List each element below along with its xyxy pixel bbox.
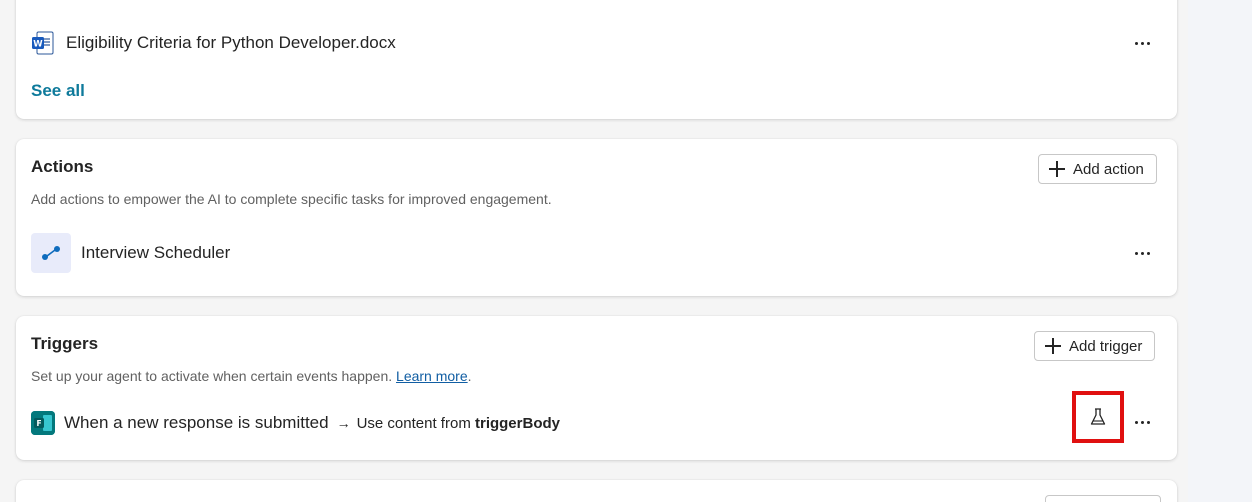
actions-title: Actions [31,157,94,176]
see-all-link[interactable]: See all [31,81,85,101]
action-item[interactable]: Interview Scheduler [31,233,1162,273]
add-action-label: Add action [1073,160,1144,178]
word-document-icon: W [32,31,54,55]
next-card [16,480,1177,502]
flow-icon [31,233,71,273]
triggers-card: Triggers Add trigger Set up your agent t… [16,316,1177,460]
more-icon [1134,420,1150,424]
actions-card: Actions Add action Add actions to empowe… [16,139,1177,296]
svg-text:F: F [36,419,41,428]
triggers-description: Set up your agent to activate when certa… [31,368,393,384]
test-trigger-button[interactable] [1072,391,1124,443]
plus-icon [1045,338,1061,354]
plus-icon [1049,161,1065,177]
knowledge-file-name[interactable]: Eligibility Criteria for Python Develope… [66,33,396,53]
actions-description: Add actions to empower the AI to complet… [31,191,552,207]
knowledge-file-more-button[interactable] [1126,27,1158,59]
flask-icon [1090,408,1106,425]
triggers-title: Triggers [31,334,99,353]
knowledge-card: W Eligibility Criteria for Python Develo… [16,0,1177,119]
trigger-content-value: triggerBody [474,414,560,432]
learn-more-period: . [467,368,472,384]
trigger-item-label[interactable]: When a new response is submitted [64,413,329,433]
add-action-button[interactable]: Add action [1038,154,1157,184]
trigger-item-more-button[interactable] [1126,406,1158,438]
arrow-right-icon: → [336,415,351,431]
next-card-button[interactable] [1045,495,1161,502]
action-item-label[interactable]: Interview Scheduler [81,243,230,263]
svg-text:W: W [33,40,43,50]
more-icon [1134,251,1150,255]
trigger-content-prefix: Use content from [356,414,471,432]
more-icon [1134,41,1150,45]
add-trigger-label: Add trigger [1069,337,1143,355]
forms-icon: F [31,411,55,435]
knowledge-file-row[interactable]: W Eligibility Criteria for Python Develo… [31,31,1162,55]
right-gutter [1188,0,1252,502]
trigger-item[interactable]: F When a new response is submitted → Use… [31,411,1162,435]
learn-more-link[interactable]: Learn more [396,368,468,384]
add-trigger-button[interactable]: Add trigger [1034,331,1156,361]
action-item-more-button[interactable] [1126,237,1158,269]
